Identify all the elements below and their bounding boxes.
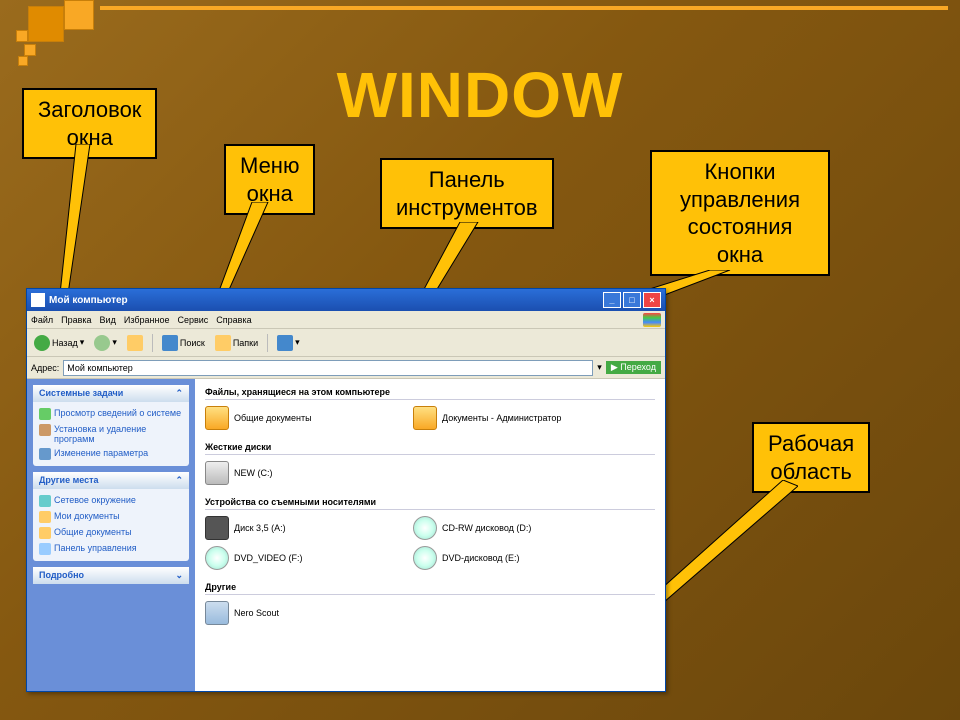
- menu-item[interactable]: Справка: [216, 315, 251, 325]
- task-link[interactable]: Панель управления: [39, 541, 183, 557]
- windows-logo-icon: [643, 313, 661, 327]
- side-panel: Системные задачи ⌃ Просмотр сведений о си…: [27, 379, 195, 691]
- close-button[interactable]: ×: [643, 292, 661, 308]
- list-item[interactable]: DVD_VIDEO (F:): [205, 546, 385, 570]
- task-link[interactable]: Общие документы: [39, 525, 183, 541]
- views-button[interactable]: ▾: [274, 334, 303, 352]
- explorer-window: 🖥 Мой компьютер _ □ × Файл Правка Вид Из…: [26, 288, 666, 692]
- address-input[interactable]: [63, 360, 593, 376]
- callout-toolbar: Панельинструментов: [380, 158, 554, 229]
- menu-item[interactable]: Избранное: [124, 315, 170, 325]
- folder-icon: [413, 406, 437, 430]
- group-heading: Жесткие диски: [205, 440, 655, 455]
- callout-window-controls: Кнопкиуправления состоянияокна: [650, 150, 830, 276]
- group-heading: Файлы, хранящиеся на этом компьютере: [205, 385, 655, 400]
- collapse-icon[interactable]: ⌃: [175, 388, 183, 399]
- task-link[interactable]: Просмотр сведений о системе: [39, 406, 183, 422]
- task-panel-details: Подробно ⌄: [33, 567, 189, 584]
- list-item[interactable]: Nero Scout: [205, 601, 385, 625]
- list-item[interactable]: DVD-дисковод (E:): [413, 546, 593, 570]
- list-item[interactable]: NEW (C:): [205, 461, 385, 485]
- expand-icon[interactable]: ⌄: [175, 570, 183, 581]
- go-button[interactable]: ▶ Переход: [606, 361, 661, 374]
- tool-icon: [205, 601, 229, 625]
- computer-icon: 🖥: [31, 293, 45, 307]
- panel-heading[interactable]: Другие места: [39, 475, 99, 486]
- group-heading: Другие: [205, 580, 655, 595]
- window-menu-bar: Файл Правка Вид Избранное Сервис Справка: [27, 311, 665, 329]
- menu-item[interactable]: Правка: [61, 315, 91, 325]
- cd-icon: [205, 546, 229, 570]
- forward-button[interactable]: ▾: [91, 334, 120, 352]
- hdd-icon: [205, 461, 229, 485]
- list-item[interactable]: Диск 3,5 (A:): [205, 516, 385, 540]
- task-link[interactable]: Установка и удаление программ: [39, 422, 183, 446]
- menu-item[interactable]: Вид: [100, 315, 116, 325]
- folder-icon: [205, 406, 229, 430]
- list-item[interactable]: Документы - Администратор: [413, 406, 593, 430]
- pointer-line: [56, 144, 104, 294]
- task-link[interactable]: Мои документы: [39, 509, 183, 525]
- maximize-button[interactable]: □: [623, 292, 641, 308]
- window-title-text: Мой компьютер: [49, 295, 603, 306]
- task-link[interactable]: Изменение параметра: [39, 446, 183, 462]
- slide-decoration-line: [100, 6, 948, 10]
- window-titlebar[interactable]: 🖥 Мой компьютер _ □ ×: [27, 289, 665, 311]
- folders-button[interactable]: Папки: [212, 334, 261, 352]
- window-controls: _ □ ×: [603, 292, 661, 308]
- minimize-button[interactable]: _: [603, 292, 621, 308]
- cd-icon: [413, 546, 437, 570]
- group-heading: Устройства со съемными носителями: [205, 495, 655, 510]
- address-bar: Адрес: ▾ ▶ Переход: [27, 357, 665, 379]
- search-button[interactable]: Поиск: [159, 334, 208, 352]
- address-dropdown-icon[interactable]: ▾: [597, 362, 602, 373]
- collapse-icon[interactable]: ⌃: [175, 475, 183, 486]
- window-toolbar: Назад ▾ ▾ Поиск Папки ▾: [27, 329, 665, 357]
- content-area: Файлы, хранящиеся на этом компьютере Общ…: [195, 379, 665, 691]
- menu-item[interactable]: Сервис: [177, 315, 208, 325]
- task-link[interactable]: Сетевое окружение: [39, 493, 183, 509]
- panel-heading[interactable]: Системные задачи: [39, 388, 123, 399]
- panel-heading[interactable]: Подробно: [39, 570, 84, 581]
- cd-icon: [413, 516, 437, 540]
- list-item[interactable]: Общие документы: [205, 406, 385, 430]
- address-label: Адрес:: [31, 363, 59, 373]
- menu-item[interactable]: Файл: [31, 315, 53, 325]
- list-item[interactable]: CD-RW дисковод (D:): [413, 516, 593, 540]
- floppy-icon: [205, 516, 229, 540]
- up-button[interactable]: [124, 334, 146, 352]
- back-button[interactable]: Назад ▾: [31, 334, 87, 352]
- task-panel-places: Другие места ⌃ Сетевое окружение Мои доку…: [33, 472, 189, 561]
- task-panel-system: Системные задачи ⌃ Просмотр сведений о си…: [33, 385, 189, 466]
